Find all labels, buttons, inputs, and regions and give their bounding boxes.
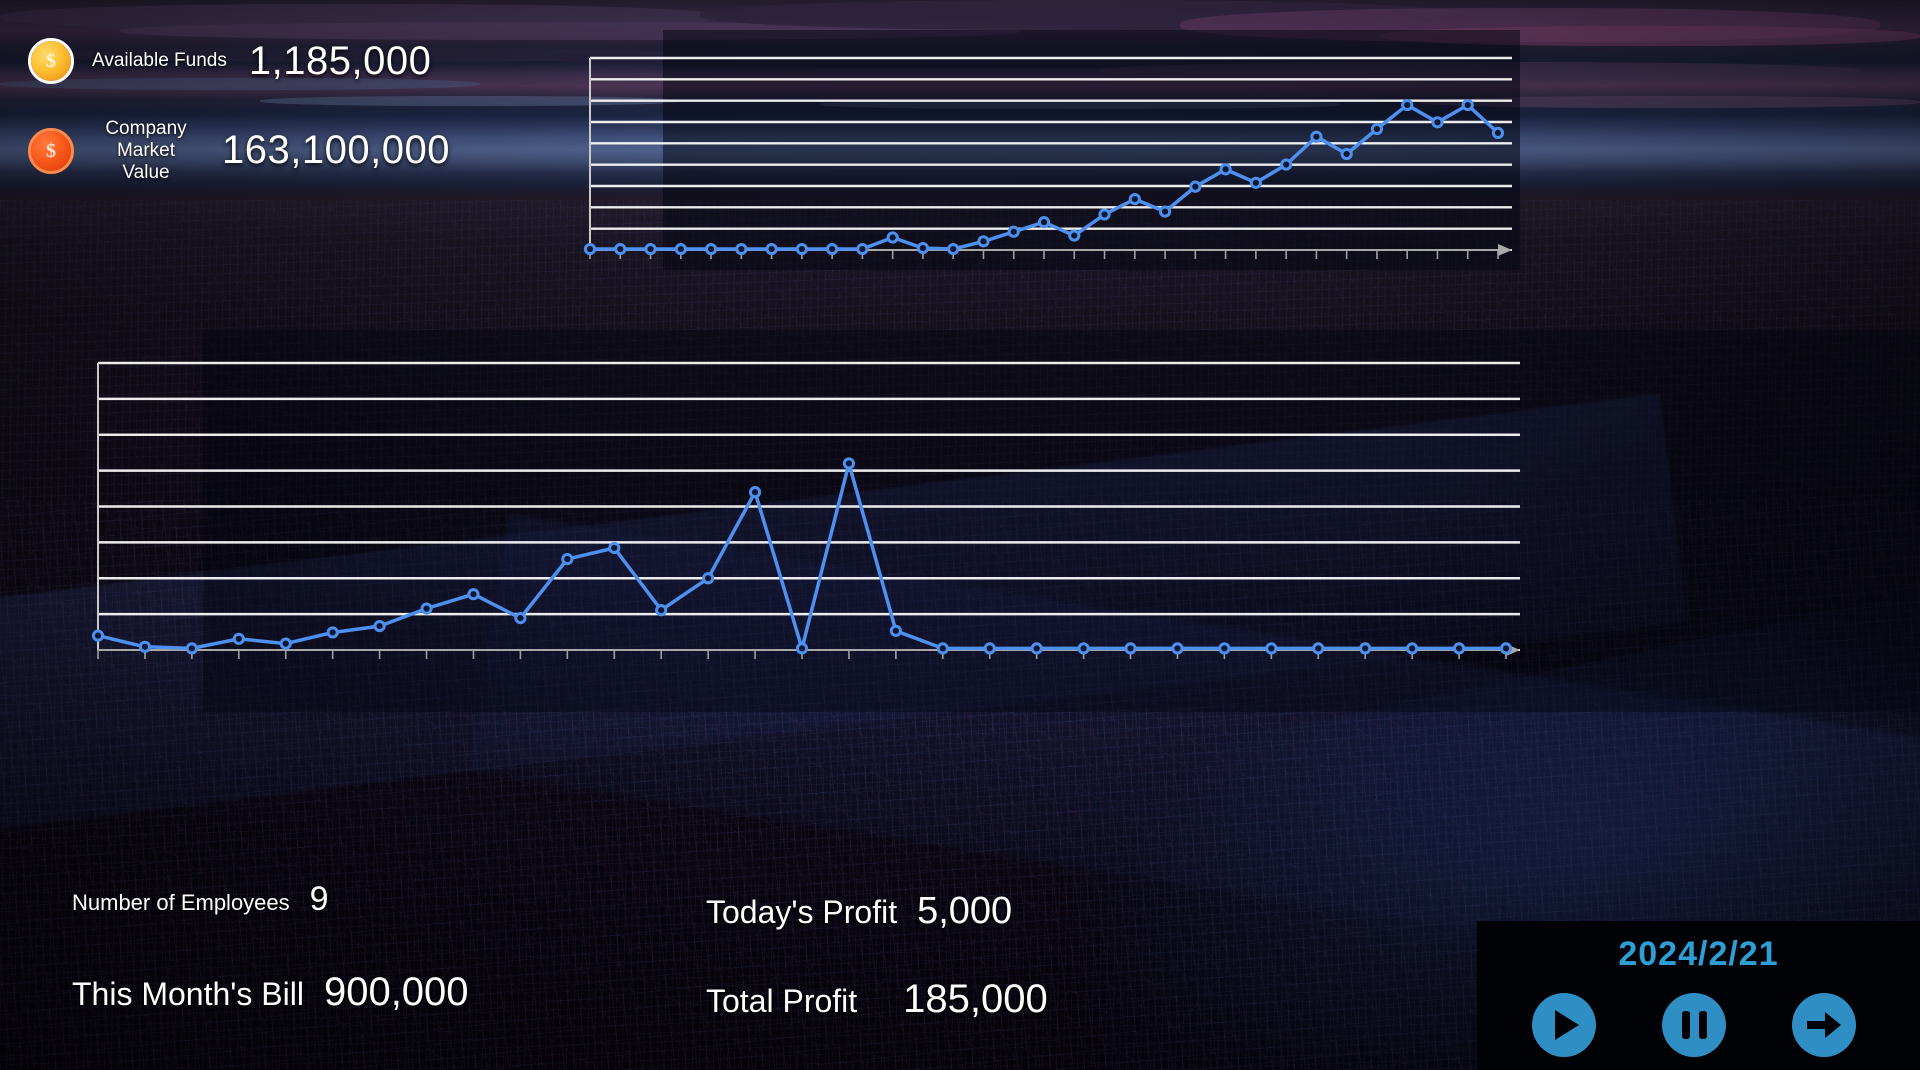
company-market-value-label: Company Market Value (92, 118, 200, 184)
company-market-value-label-line1: Company (105, 118, 187, 139)
number-of-employees-label: Number of Employees (72, 890, 290, 915)
pause-icon (1681, 1011, 1707, 1039)
todays-profit-value: 5,000 (917, 890, 1013, 932)
profit-chart (70, 355, 1540, 665)
fast-forward-button[interactable] (1792, 993, 1856, 1057)
this-months-bill-value: 900,000 (323, 970, 469, 1014)
todays-profit-stat: Today's Profit 5,000 (706, 890, 1012, 933)
market-chart-points (583, 98, 1505, 256)
play-icon (1554, 1010, 1579, 1040)
number-of-employees-stat: Number of Employees 9 (72, 880, 329, 919)
this-months-bill-stat: This Month's Bill 900,000 (72, 970, 469, 1015)
profit-chart-points (91, 457, 1513, 655)
market-value-chart-svg (583, 56, 1512, 259)
fast-forward-icon (1807, 1010, 1841, 1040)
available-funds-value: 1,185,000 (248, 38, 432, 83)
total-profit-label: Total Profit (706, 983, 858, 1019)
profit-chart-svg (91, 361, 1520, 659)
this-months-bill-label: This Month's Bill (72, 976, 304, 1012)
available-funds-stat: $ Available Funds 1,185,000 (28, 38, 431, 84)
profit-chart-gridlines (98, 361, 1520, 651)
market-chart-gridlines (590, 56, 1512, 251)
profit-chart-line (96, 461, 1508, 651)
total-profit-stat: Total Profit 185,000 (706, 977, 1048, 1022)
gold-coin-icon: $ (28, 38, 74, 84)
company-market-value-label-line2: Market Value (116, 139, 176, 183)
company-market-value-value: 163,100,000 (222, 128, 450, 173)
time-control-panel: 2024/2/21 (1477, 921, 1920, 1070)
total-profit-value: 185,000 (903, 977, 1048, 1021)
market-value-chart (560, 50, 1520, 265)
company-market-value-stat: $ Company Market Value 163,100,000 (28, 118, 450, 184)
orange-coin-icon: $ (28, 127, 74, 174)
todays-profit-label: Today's Profit (706, 894, 898, 930)
number-of-employees-value: 9 (309, 880, 329, 918)
current-date: 2024/2/21 (1618, 935, 1779, 973)
pause-button[interactable] (1662, 993, 1726, 1057)
play-button[interactable] (1532, 993, 1596, 1057)
market-chart-x-ticks (589, 250, 1499, 259)
market-chart-axis-arrow-icon (1498, 244, 1512, 256)
available-funds-label: Available Funds (92, 50, 227, 72)
